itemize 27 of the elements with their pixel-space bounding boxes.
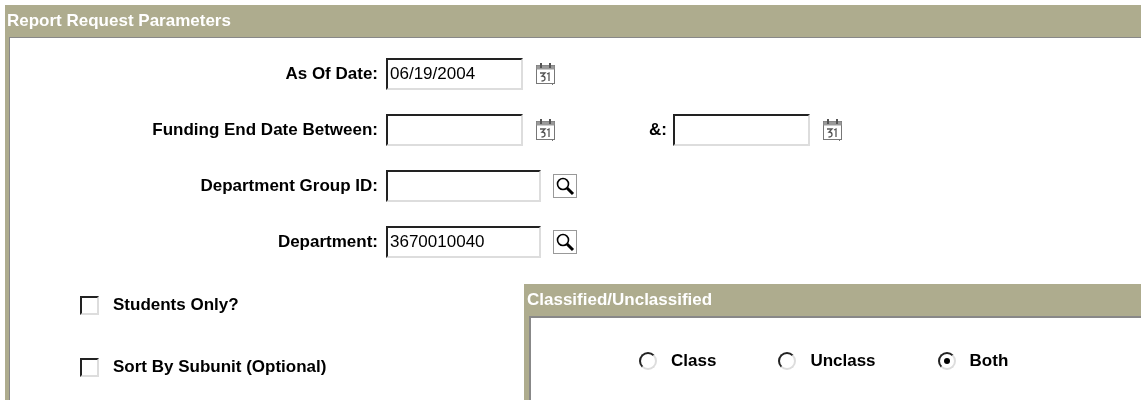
text-field[interactable] [386, 170, 541, 202]
radio-label: Both [969, 351, 1009, 371]
text-field[interactable] [673, 114, 810, 146]
group-title: Classified/Unclassified [527, 289, 714, 311]
calendar-icon[interactable] [535, 118, 557, 142]
search-icon[interactable] [553, 174, 577, 198]
checkbox[interactable] [80, 357, 99, 377]
radio-label: Class [671, 351, 717, 371]
radio-button[interactable] [639, 352, 657, 370]
radio-button[interactable] [937, 352, 956, 370]
field-label: As Of Date: [284, 64, 378, 84]
field-label: &: [648, 120, 667, 140]
radio-button[interactable] [778, 352, 797, 370]
panel-title: Report Request Parameters [7, 10, 232, 32]
calendar-icon[interactable] [822, 118, 844, 142]
text-field[interactable]: 06/19/2004 [386, 58, 523, 90]
text-field[interactable]: 3670010040 [386, 226, 541, 258]
search-icon[interactable] [553, 230, 577, 254]
field-label: Department Group ID: [199, 176, 378, 196]
field-label: Department: [276, 232, 378, 252]
radio-label: Unclass [810, 351, 876, 371]
field-label: Funding End Date Between: [151, 120, 378, 140]
checkbox-label: Students Only? [113, 295, 239, 315]
checkbox[interactable] [80, 295, 99, 315]
text-field[interactable] [386, 114, 523, 146]
calendar-icon[interactable] [535, 62, 557, 86]
checkbox-label: Sort By Subunit (Optional) [113, 357, 327, 377]
